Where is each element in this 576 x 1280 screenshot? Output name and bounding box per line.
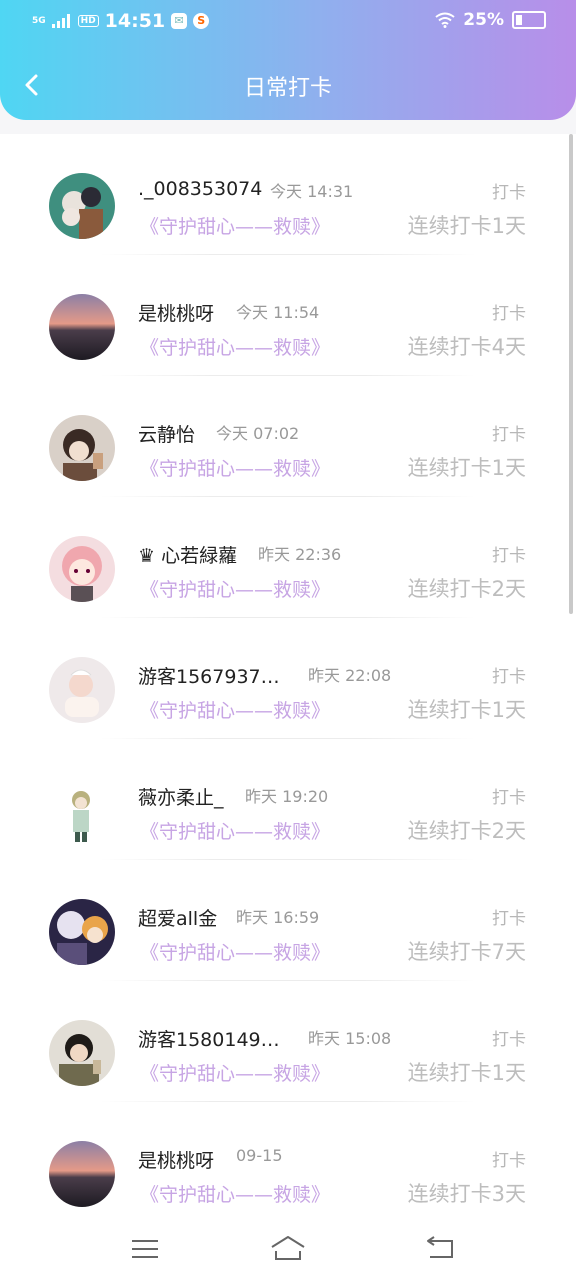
checkin-time: 昨天 19:20 (245, 787, 329, 806)
scrollbar[interactable] (569, 134, 573, 614)
signal-icon (51, 14, 70, 28)
streak-label: 连续打卡7天 (407, 940, 526, 964)
page-title: 日常打卡 (243, 76, 332, 101)
program-link[interactable]: 《守护甜心——救赎》 (140, 938, 330, 965)
return-icon (427, 1236, 453, 1258)
header: 5G HD 14:51 ✉ S 25% 日常打卡 (0, 0, 576, 120)
checkin-time: 昨天 22:36 (258, 545, 342, 564)
user-name: ._008353074 (138, 178, 263, 200)
battery-icon (512, 11, 546, 29)
wifi-icon (435, 12, 455, 28)
user-name: 游客15679379... (138, 666, 288, 688)
user-name: 游客15801491... (138, 1029, 288, 1051)
user-name: 薇亦柔止_ (138, 787, 224, 809)
checkin-label: 打卡 (492, 788, 526, 808)
list-item[interactable]: 游客15679379... 昨天 22:08 《守护甜心——救赎》 打卡 连续打… (0, 618, 576, 739)
user-name: 是桃桃呀 (138, 303, 215, 325)
streak-label: 连续打卡1天 (407, 1061, 526, 1085)
avatar[interactable] (49, 899, 115, 965)
checkin-time: 昨天 16:59 (236, 908, 320, 927)
app-notification-icon: S (193, 13, 210, 29)
user-name: ♛ 心若緑蘿 (138, 545, 238, 567)
list-item[interactable]: 游客15801491... 昨天 15:08 《守护甜心——救赎》 打卡 连续打… (0, 981, 576, 1102)
streak-label: 连续打卡3天 (407, 1182, 526, 1206)
avatar[interactable] (49, 415, 115, 481)
program-link[interactable]: 《守护甜心——救赎》 (140, 696, 330, 723)
system-nav-bar (0, 1219, 576, 1280)
checkin-label: 打卡 (492, 425, 526, 445)
program-link[interactable]: 《守护甜心——救赎》 (140, 1180, 330, 1207)
home-icon (271, 1236, 305, 1260)
list-item[interactable]: 超爱all金 昨天 16:59 《守护甜心——救赎》 打卡 连续打卡7天 (0, 860, 576, 981)
mail-icon: ✉ (171, 13, 188, 29)
user-name: 是桃桃呀 (138, 1150, 215, 1172)
list-item[interactable]: ._008353074 今天 14:31 《守护甜心——救赎》 打卡 连续打卡1… (0, 134, 576, 255)
program-link[interactable]: 《守护甜心——救赎》 (140, 817, 330, 844)
checkin-time: 昨天 22:08 (308, 666, 392, 685)
avatar[interactable] (49, 1141, 115, 1207)
program-link[interactable]: 《守护甜心——救赎》 (140, 454, 330, 481)
user-name: 超爱all金 (138, 908, 218, 930)
program-link[interactable]: 《守护甜心——救赎》 (140, 1059, 330, 1086)
list-item[interactable]: 云静怡 今天 07:02 《守护甜心——救赎》 打卡 连续打卡1天 (0, 376, 576, 497)
program-link[interactable]: 《守护甜心——救赎》 (140, 575, 330, 602)
clock: 14:51 (104, 10, 166, 32)
checkin-list: ._008353074 今天 14:31 《守护甜心——救赎》 打卡 连续打卡1… (0, 134, 576, 1219)
menu-icon (132, 1240, 158, 1258)
home-button[interactable] (268, 1233, 308, 1265)
streak-label: 连续打卡1天 (407, 456, 526, 480)
checkin-time: 今天 14:31 (270, 182, 354, 201)
list-item[interactable]: 是桃桃呀 09-15 《守护甜心——救赎》 打卡 连续打卡3天 (0, 1102, 576, 1219)
title-bar: 日常打卡 (0, 60, 576, 112)
streak-label: 连续打卡2天 (407, 819, 526, 843)
avatar[interactable] (49, 657, 115, 723)
avatar[interactable] (49, 778, 115, 844)
checkin-label: 打卡 (492, 667, 526, 687)
program-link[interactable]: 《守护甜心——救赎》 (140, 333, 330, 360)
avatar[interactable] (49, 1020, 115, 1086)
checkin-time: 09-15 (236, 1146, 283, 1165)
list-item[interactable]: 是桃桃呀 今天 11:54 《守护甜心——救赎》 打卡 连续打卡4天 (0, 255, 576, 376)
list-item[interactable]: ♛ 心若緑蘿 昨天 22:36 《守护甜心——救赎》 打卡 连续打卡2天 (0, 497, 576, 618)
checkin-label: 打卡 (492, 183, 526, 203)
menu-button[interactable] (124, 1233, 164, 1265)
streak-label: 连续打卡1天 (407, 698, 526, 722)
avatar[interactable] (49, 294, 115, 360)
user-name: 云静怡 (138, 424, 196, 446)
hd-badge: HD (77, 15, 99, 27)
screen: 5G HD 14:51 ✉ S 25% 日常打卡 ._008353074 今天 … (0, 0, 576, 1280)
streak-label: 连续打卡4天 (407, 335, 526, 359)
checkin-label: 打卡 (492, 1030, 526, 1050)
list-item[interactable]: 薇亦柔止_ 昨天 19:20 《守护甜心——救赎》 打卡 连续打卡2天 (0, 739, 576, 860)
network-label: 5G (32, 15, 46, 26)
streak-label: 连续打卡1天 (407, 214, 526, 238)
avatar[interactable] (49, 173, 115, 239)
checkin-label: 打卡 (492, 1151, 526, 1171)
back-nav-button[interactable] (420, 1233, 460, 1265)
status-bar: 5G HD 14:51 ✉ S 25% (0, 0, 576, 44)
checkin-time: 今天 07:02 (216, 424, 300, 443)
checkin-label: 打卡 (492, 909, 526, 929)
program-link[interactable]: 《守护甜心——救赎》 (140, 212, 330, 239)
checkin-label: 打卡 (492, 304, 526, 324)
battery-percent: 25% (463, 10, 504, 30)
avatar[interactable] (49, 536, 115, 602)
checkin-time: 今天 11:54 (236, 303, 320, 322)
checkin-label: 打卡 (492, 546, 526, 566)
streak-label: 连续打卡2天 (407, 577, 526, 601)
checkin-time: 昨天 15:08 (308, 1029, 392, 1048)
